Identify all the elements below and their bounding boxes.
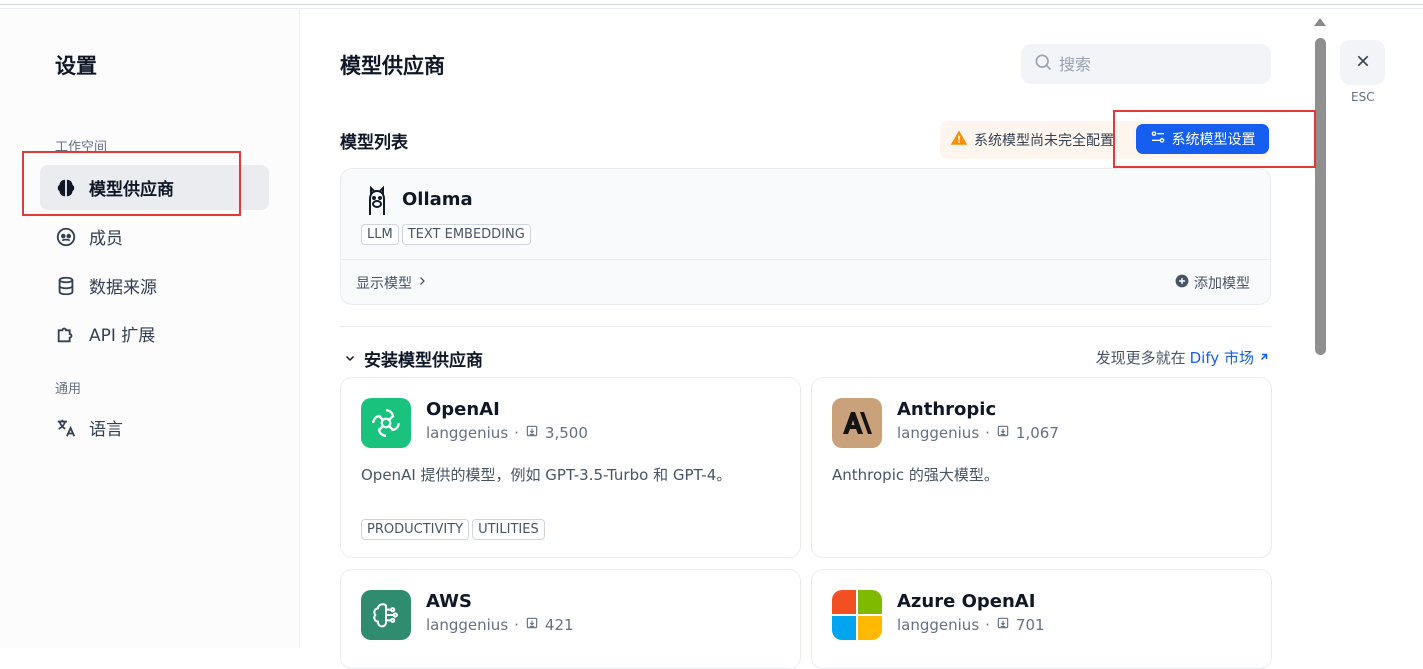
workspace-section-label: 工作空间	[55, 140, 108, 155]
close-icon	[1355, 53, 1371, 73]
microsoft-logo-icon	[832, 590, 882, 640]
show-models-label: 显示模型	[356, 276, 412, 292]
scrollbar-thumb[interactable]	[1315, 38, 1326, 355]
provider-card-aws[interactable]: AWS langgenius · 421	[340, 569, 801, 669]
search-icon	[1033, 52, 1053, 76]
provider-card-desc: OpenAI 提供的模型，例如 GPT-3.5-Turbo 和 GPT-4。	[361, 466, 732, 484]
provider-card-author: langgenius	[897, 616, 980, 634]
sidebar-item-label: 模型供应商	[89, 180, 174, 200]
sidebar-item-label: API 扩展	[89, 326, 156, 346]
meta-separator: ·	[985, 424, 990, 442]
openai-logo-icon	[361, 398, 411, 448]
sidebar-item-label: 语言	[89, 420, 123, 440]
system-model-settings-button[interactable]: 系统模型设置	[1136, 124, 1269, 154]
provider-card-meta: langgenius · 3,500	[426, 424, 588, 442]
provider-card-author: langgenius	[897, 424, 980, 442]
sidebar-item-data-sources[interactable]: 数据来源	[40, 263, 269, 308]
provider-tags: LLM TEXT EMBEDDING	[361, 224, 531, 245]
close-button[interactable]	[1340, 40, 1385, 85]
provider-divider	[341, 259, 1270, 260]
provider-card-tag: UTILITIES	[472, 519, 545, 540]
page-title: 模型供应商	[340, 54, 445, 78]
provider-tag: TEXT EMBEDDING	[401, 224, 531, 245]
warning-text: 系统模型尚未完全配置	[974, 133, 1114, 149]
translate-icon	[55, 417, 77, 439]
esc-hint: ESC	[1351, 90, 1375, 104]
show-models-button[interactable]: 显示模型	[356, 273, 428, 293]
meta-separator: ·	[985, 616, 990, 634]
provider-tag: LLM	[361, 224, 399, 245]
settings-main: 模型供应商 模型列表 系统模型尚未完全配置 系统模型设置 Ollama LLM …	[300, 10, 1300, 669]
install-providers-toggle[interactable]: 安装模型供应商	[344, 346, 483, 371]
add-model-label: 添加模型	[1194, 276, 1250, 292]
download-icon	[996, 616, 1010, 634]
download-icon	[525, 424, 539, 442]
add-model-button[interactable]: 添加模型	[1175, 273, 1250, 293]
install-providers-title: 安装模型供应商	[364, 351, 483, 371]
provider-card-installs: 1,067	[1015, 424, 1059, 442]
chevron-down-icon	[344, 349, 356, 369]
provider-card-name: Anthropic	[897, 399, 997, 420]
download-icon	[996, 424, 1010, 442]
chevron-right-icon	[416, 275, 428, 291]
sidebar-item-label: 成员	[89, 229, 123, 249]
warning-icon	[950, 129, 968, 151]
scroll-up-arrow[interactable]	[1314, 18, 1326, 26]
provider-card-installs: 421	[544, 616, 574, 634]
sidebar-item-members[interactable]: 成员	[40, 214, 269, 259]
brain-icon	[55, 177, 77, 199]
search-box[interactable]	[1021, 44, 1271, 84]
ollama-logo-icon	[361, 185, 393, 217]
sidebar-item-model-providers[interactable]: 模型供应商	[40, 165, 269, 210]
section-divider	[340, 326, 1271, 327]
provider-card-tag: PRODUCTIVITY	[361, 519, 470, 540]
sidebar-title: 设置	[55, 54, 97, 78]
dify-marketplace-link[interactable]: Dify 市场	[1190, 347, 1254, 368]
provider-card-openai[interactable]: OpenAI langgenius · 3,500 OpenAI 提供的模型，例…	[340, 377, 801, 558]
puzzle-icon	[55, 323, 77, 345]
window-top-border-inner	[0, 8, 1423, 9]
provider-card-desc: Anthropic 的强大模型。	[832, 466, 999, 484]
anthropic-logo-icon	[832, 398, 882, 448]
provider-name: Ollama	[402, 189, 473, 210]
provider-card-name: AWS	[426, 591, 472, 612]
provider-card-author: langgenius	[426, 616, 509, 634]
ollama-provider-card: Ollama LLM TEXT EMBEDDING 显示模型 添加模型	[340, 168, 1271, 305]
provider-card-azure-openai[interactable]: Azure OpenAI langgenius · 701	[811, 569, 1272, 669]
aws-bedrock-logo-icon	[361, 590, 411, 640]
provider-card-name: OpenAI	[426, 399, 500, 420]
plus-circle-icon	[1175, 274, 1189, 292]
provider-card-meta: langgenius · 421	[426, 616, 574, 634]
discover-prefix: 发现更多就在	[1095, 349, 1186, 367]
settings-sidebar: 设置 工作空间 模型供应商 成员 数据来源 API 扩展 通用 语言	[0, 10, 300, 648]
members-icon	[55, 226, 77, 248]
discover-more: 发现更多就在 Dify 市场	[1096, 347, 1270, 368]
provider-card-name: Azure OpenAI	[897, 591, 1036, 612]
meta-separator: ·	[514, 616, 519, 634]
provider-card-tags: PRODUCTIVITY UTILITIES	[361, 519, 545, 540]
provider-card-anthropic[interactable]: Anthropic langgenius · 1,067 Anthropic 的…	[811, 377, 1272, 558]
database-icon	[55, 275, 77, 297]
window-top-border	[0, 4, 1423, 5]
sidebar-item-api-extension[interactable]: API 扩展	[40, 311, 269, 356]
provider-card-installs: 3,500	[544, 424, 588, 442]
search-input[interactable]	[1059, 54, 1249, 74]
system-model-settings-label: 系统模型设置	[1171, 132, 1256, 148]
general-section-label: 通用	[55, 382, 82, 397]
model-list-title: 模型列表	[340, 133, 408, 153]
settings-sliders-icon	[1150, 129, 1166, 149]
download-icon	[525, 616, 539, 634]
sidebar-item-label: 数据来源	[89, 278, 157, 298]
provider-card-author: langgenius	[426, 424, 509, 442]
arrow-up-right-icon	[1258, 349, 1270, 367]
provider-card-meta: langgenius · 701	[897, 616, 1045, 634]
provider-card-meta: langgenius · 1,067	[897, 424, 1059, 442]
provider-card-installs: 701	[1015, 616, 1045, 634]
sidebar-item-language[interactable]: 语言	[40, 405, 269, 450]
meta-separator: ·	[514, 424, 519, 442]
